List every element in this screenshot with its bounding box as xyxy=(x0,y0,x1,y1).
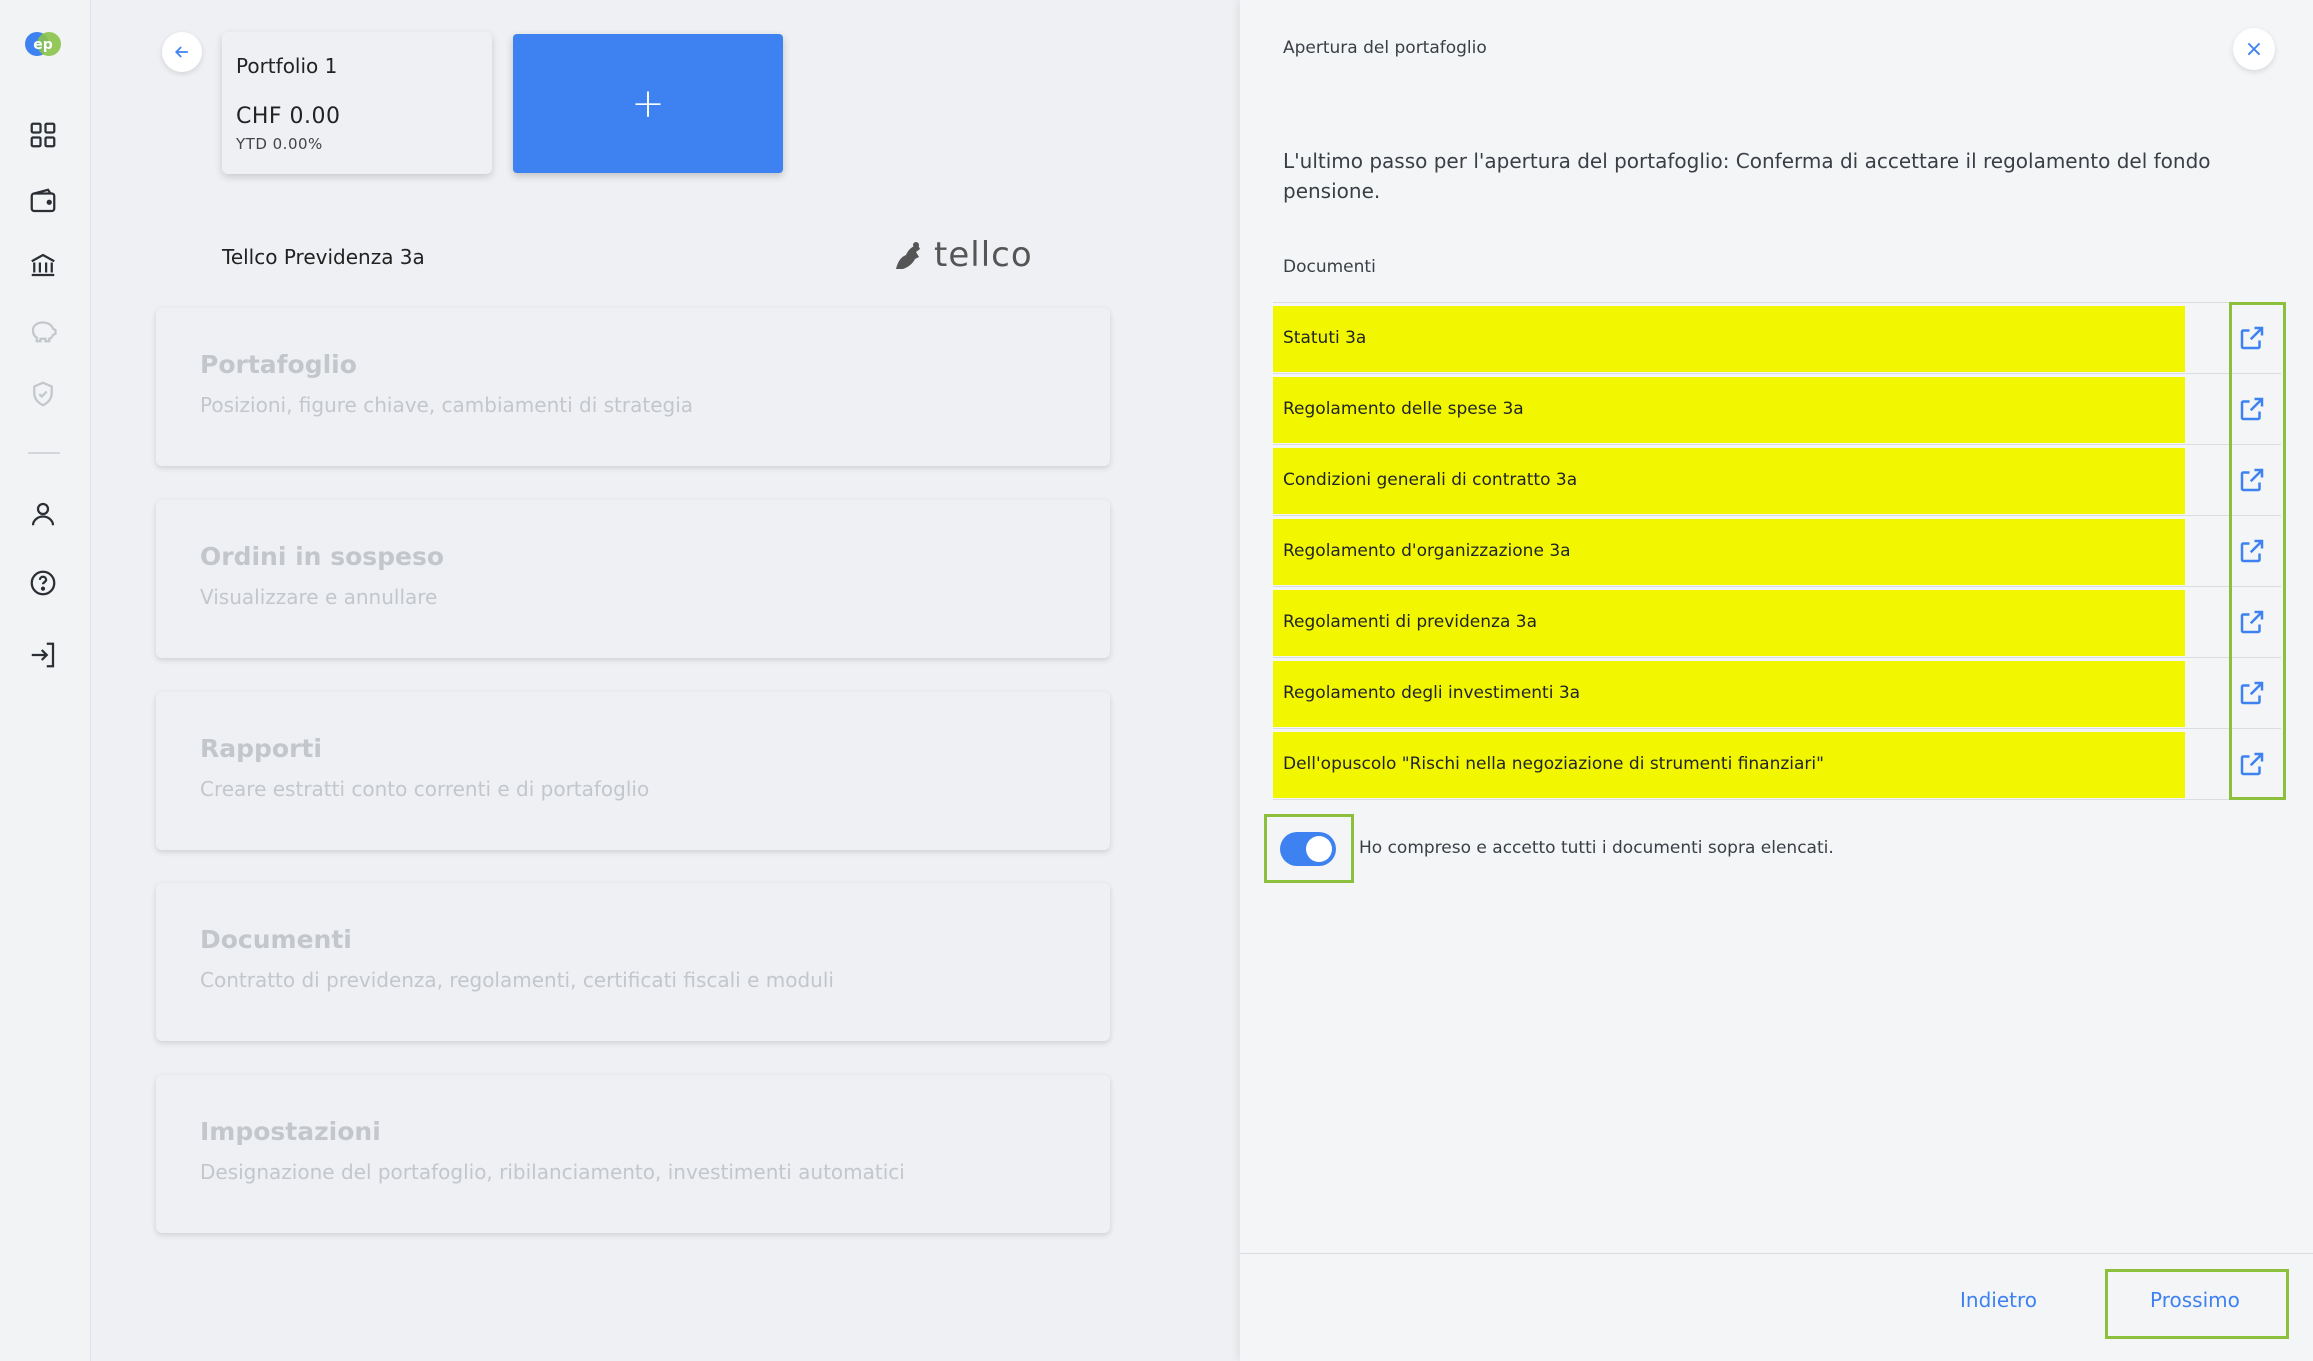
menu-title: Impostazioni xyxy=(200,1117,381,1146)
document-row: Regolamento degli investimenti 3a xyxy=(1273,658,2281,729)
document-row: Statuti 3a xyxy=(1273,303,2281,374)
panel-title: Apertura del portafoglio xyxy=(1283,38,1487,58)
provider-logo-text: tellco xyxy=(934,235,1033,275)
sidebar: ep xyxy=(0,0,91,1361)
documents-list: Statuti 3a Regolamento delle spese 3a Co… xyxy=(1273,302,2281,800)
document-label: Regolamento degli investimenti 3a xyxy=(1283,683,1581,703)
document-row: Regolamenti di previdenza 3a xyxy=(1273,587,2281,658)
document-label: Regolamenti di previdenza 3a xyxy=(1283,612,1537,632)
menu-subtitle: Designazione del portafoglio, ribilancia… xyxy=(200,1160,905,1184)
document-row: Condizioni generali di contratto 3a xyxy=(1273,445,2281,516)
user-icon[interactable] xyxy=(26,497,60,531)
portfolio-amount: CHF 0.00 xyxy=(236,104,341,129)
portfolio-card[interactable]: Portfolio 1 CHF 0.00 YTD 0.00% xyxy=(222,32,492,174)
external-link-icon[interactable] xyxy=(2237,607,2267,637)
menu-card-impostazioni[interactable]: Impostazioni Designazione del portafogli… xyxy=(156,1075,1110,1233)
close-icon: × xyxy=(2244,36,2264,62)
help-icon[interactable] xyxy=(26,566,60,600)
accept-toggle[interactable] xyxy=(1280,832,1336,866)
accept-text: Ho compreso e accetto tutti i documenti … xyxy=(1359,838,1834,858)
shield-icon[interactable] xyxy=(26,377,60,411)
menu-card-rapporti[interactable]: Rapporti Creare estratti conto correnti … xyxy=(156,692,1110,850)
portfolio-ytd: YTD 0.00% xyxy=(236,135,323,153)
provider-name: Tellco Previdenza 3a xyxy=(222,245,425,269)
menu-subtitle: Contratto di previdenza, regolamenti, ce… xyxy=(200,968,834,992)
menu-title: Portafoglio xyxy=(200,350,357,379)
menu-card-documenti[interactable]: Documenti Contratto di previdenza, regol… xyxy=(156,883,1110,1041)
menu-title: Rapporti xyxy=(200,734,322,763)
portfolio-opening-panel: Apertura del portafoglio × L'ultimo pass… xyxy=(1240,0,2313,1361)
external-link-icon[interactable] xyxy=(2237,749,2267,779)
document-label: Regolamento delle spese 3a xyxy=(1283,399,1524,419)
dashboard-icon[interactable] xyxy=(26,118,60,152)
external-link-icon[interactable] xyxy=(2237,465,2267,495)
menu-subtitle: Visualizzare e annullare xyxy=(200,585,438,609)
logout-icon[interactable] xyxy=(26,638,60,672)
document-label: Regolamento d'organizzazione 3a xyxy=(1283,541,1571,561)
document-row: Dell'opuscolo "Rischi nella negoziazione… xyxy=(1273,729,2281,800)
plus-icon: + xyxy=(631,80,665,127)
next-button[interactable]: Prossimo xyxy=(2150,1288,2240,1312)
external-link-icon[interactable] xyxy=(2237,536,2267,566)
piggy-bank-icon[interactable] xyxy=(26,313,60,347)
toggle-knob xyxy=(1306,836,1332,862)
document-row: Regolamento delle spese 3a xyxy=(1273,374,2281,445)
documents-label: Documenti xyxy=(1283,257,1376,277)
menu-title: Documenti xyxy=(200,925,352,954)
add-portfolio-button[interactable]: + xyxy=(513,34,783,173)
menu-subtitle: Creare estratti conto correnti e di port… xyxy=(200,777,650,801)
back-button[interactable]: Indietro xyxy=(1960,1288,2037,1312)
main-content: Portfolio 1 CHF 0.00 YTD 0.00% + Tellco … xyxy=(92,0,1237,1361)
menu-card-portafoglio[interactable]: Portafoglio Posizioni, figure chiave, ca… xyxy=(156,308,1110,466)
menu-title: Ordini in sospeso xyxy=(200,542,445,571)
menu-card-ordini[interactable]: Ordini in sospeso Visualizzare e annulla… xyxy=(156,500,1110,658)
close-button[interactable]: × xyxy=(2233,28,2275,70)
row-highlight xyxy=(1273,306,2185,372)
sidebar-divider xyxy=(28,452,60,454)
external-link-icon[interactable] xyxy=(2237,394,2267,424)
external-link-icon[interactable] xyxy=(2237,323,2267,353)
menu-subtitle: Posizioni, figure chiave, cambiamenti di… xyxy=(200,393,694,417)
bank-icon[interactable] xyxy=(26,248,60,282)
document-row: Regolamento d'organizzazione 3a xyxy=(1273,516,2281,587)
wallet-icon[interactable] xyxy=(26,184,60,218)
panel-footer: Indietro Prossimo xyxy=(1240,1253,2313,1361)
document-label: Dell'opuscolo "Rischi nella negoziazione… xyxy=(1283,754,1824,774)
intro-text: L'ultimo passo per l'apertura del portaf… xyxy=(1283,149,2211,203)
svg-text:ep: ep xyxy=(33,37,53,53)
app-logo[interactable]: ep xyxy=(24,30,62,58)
portfolio-name: Portfolio 1 xyxy=(236,54,338,78)
back-arrow-button[interactable] xyxy=(162,32,202,72)
arrow-left-icon xyxy=(174,46,188,58)
provider-logo: tellco xyxy=(890,235,1033,275)
document-label: Statuti 3a xyxy=(1283,328,1367,348)
external-link-icon[interactable] xyxy=(2237,678,2267,708)
document-label: Condizioni generali di contratto 3a xyxy=(1283,470,1578,490)
horse-logo-icon xyxy=(896,242,920,269)
